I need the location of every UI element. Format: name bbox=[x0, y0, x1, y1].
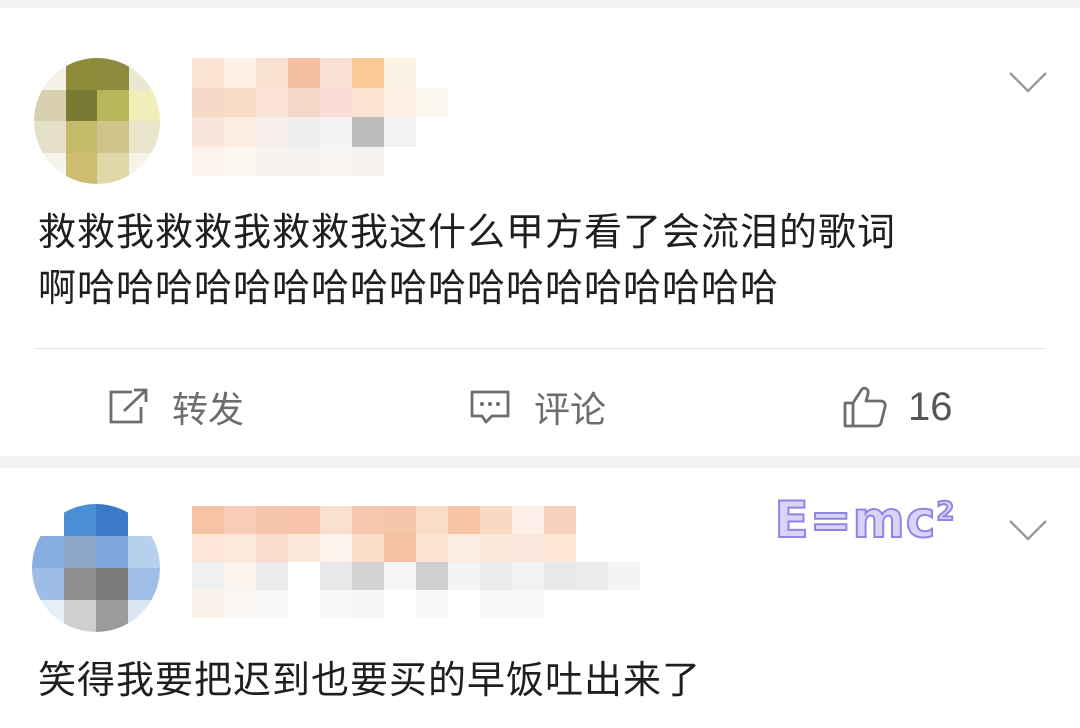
avatar[interactable] bbox=[32, 504, 160, 632]
username-blurred[interactable] bbox=[192, 506, 672, 618]
username-blurred[interactable] bbox=[192, 58, 480, 176]
comment-text: 笑得我要把迟到也要买的早饭吐出来了 bbox=[38, 652, 701, 708]
badge-text: E=mc bbox=[774, 490, 937, 550]
avatar[interactable] bbox=[34, 58, 160, 184]
comment-line: 救救我救救我救救我这什么甲方看了会流泪的歌词 bbox=[38, 210, 897, 254]
medal-badge[interactable]: E=mc2 bbox=[770, 488, 960, 552]
repost-label: 转发 bbox=[172, 390, 245, 431]
like-icon bbox=[843, 386, 887, 428]
comment-line: 笑得我要把迟到也要买的早饭吐出来了 bbox=[38, 658, 702, 702]
badge-sup: 2 bbox=[935, 496, 956, 528]
card-separator bbox=[0, 456, 1080, 468]
comment-line: 啊哈哈哈哈哈哈哈哈哈哈哈哈哈哈哈哈哈哈 bbox=[38, 266, 780, 310]
comment-button[interactable]: 评论 bbox=[468, 372, 606, 442]
divider bbox=[34, 348, 1046, 349]
chevron-down-icon[interactable] bbox=[1008, 518, 1048, 542]
repost-button[interactable]: 转发 bbox=[106, 372, 244, 442]
chevron-down-icon[interactable] bbox=[1008, 70, 1048, 94]
comment-card: E=mc2 笑得我要把迟到也要买的早饭吐出来了 bbox=[0, 468, 1080, 728]
like-button[interactable]: 16 bbox=[842, 372, 953, 442]
top-separator bbox=[0, 0, 1080, 8]
comment-card: 救救我救救我救救我这什么甲方看了会流泪的歌词 啊哈哈哈哈哈哈哈哈哈哈哈哈哈哈哈哈… bbox=[0, 8, 1080, 456]
like-count: 16 bbox=[908, 384, 953, 429]
repost-icon bbox=[109, 388, 148, 424]
comment-icon bbox=[470, 390, 510, 424]
comment-text: 救救我救救我救救我这什么甲方看了会流泪的歌词 啊哈哈哈哈哈哈哈哈哈哈哈哈哈哈哈哈… bbox=[38, 204, 896, 316]
comment-label: 评论 bbox=[534, 390, 607, 431]
